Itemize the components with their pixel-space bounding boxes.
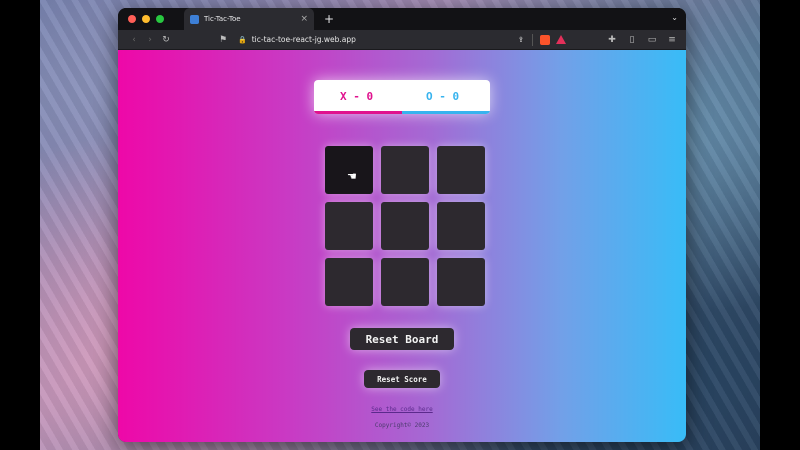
score-x: X - 0 [340, 90, 374, 103]
page-viewport: X - 0 O - 0 Reset Board Reset Score See … [118, 50, 686, 442]
toolbar-actions: ✚ ▯ ▭ ≡ [606, 35, 678, 45]
brave-shields-icon[interactable] [540, 34, 550, 45]
board-cell[interactable] [381, 258, 429, 306]
address-bar[interactable]: 🔒 tic-tac-toe-react-jg.web.app ⇪ [238, 33, 528, 47]
tab-bar: Tic-Tac-Toe × + ⌄ [118, 8, 686, 30]
turn-indicator-x [314, 111, 402, 114]
wallet-icon[interactable]: ▭ [646, 35, 658, 45]
board-cell[interactable] [437, 146, 485, 194]
scoreboard: X - 0 O - 0 [314, 80, 490, 114]
close-icon[interactable]: × [300, 14, 308, 24]
board-cell[interactable] [325, 202, 373, 250]
board-cell[interactable] [437, 258, 485, 306]
reset-score-button[interactable]: Reset Score [364, 370, 440, 388]
see-code-link[interactable]: See the code here [118, 406, 686, 413]
url-text: tic-tac-toe-react-jg.web.app [251, 35, 356, 44]
menu-icon[interactable]: ≡ [666, 35, 678, 45]
board-cell[interactable] [381, 202, 429, 250]
brave-rewards-icon[interactable] [556, 35, 566, 44]
score-o: O - 0 [426, 90, 460, 103]
favicon-icon [190, 14, 199, 24]
board-cell[interactable] [325, 258, 373, 306]
maximize-window-button[interactable] [156, 15, 164, 23]
minimize-window-button[interactable] [142, 15, 150, 23]
extensions-icon[interactable]: ✚ [606, 35, 618, 45]
board-cell[interactable] [437, 202, 485, 250]
window-controls [128, 15, 164, 23]
reset-board-button[interactable]: Reset Board [350, 328, 454, 350]
board-cell[interactable] [381, 146, 429, 194]
share-icon[interactable]: ⇪ [514, 35, 528, 44]
sidebar-icon[interactable]: ▯ [626, 35, 638, 45]
tab-tic-tac-toe[interactable]: Tic-Tac-Toe × [184, 8, 314, 30]
lock-icon: 🔒 [238, 35, 247, 44]
toolbar-divider [532, 33, 533, 46]
new-tab-icon[interactable]: + [324, 13, 334, 25]
bookmark-icon[interactable]: ⚑ [216, 35, 230, 45]
turn-indicator-o [402, 111, 490, 114]
pointer-cursor-icon: ☚ [347, 170, 357, 183]
browser-window: Tic-Tac-Toe × + ⌄ ‹ › ↻ ⚑ 🔒 tic-tac-toe-… [118, 8, 686, 442]
tab-title: Tic-Tac-Toe [204, 15, 241, 23]
close-window-button[interactable] [128, 15, 136, 23]
back-icon[interactable]: ‹ [126, 35, 142, 45]
chevron-down-icon[interactable]: ⌄ [671, 13, 678, 22]
browser-toolbar: ‹ › ↻ ⚑ 🔒 tic-tac-toe-react-jg.web.app ⇪… [118, 30, 686, 50]
reload-icon[interactable]: ↻ [158, 35, 174, 45]
copyright-text: Copyright© 2023 [374, 422, 430, 429]
forward-icon[interactable]: › [142, 35, 158, 45]
